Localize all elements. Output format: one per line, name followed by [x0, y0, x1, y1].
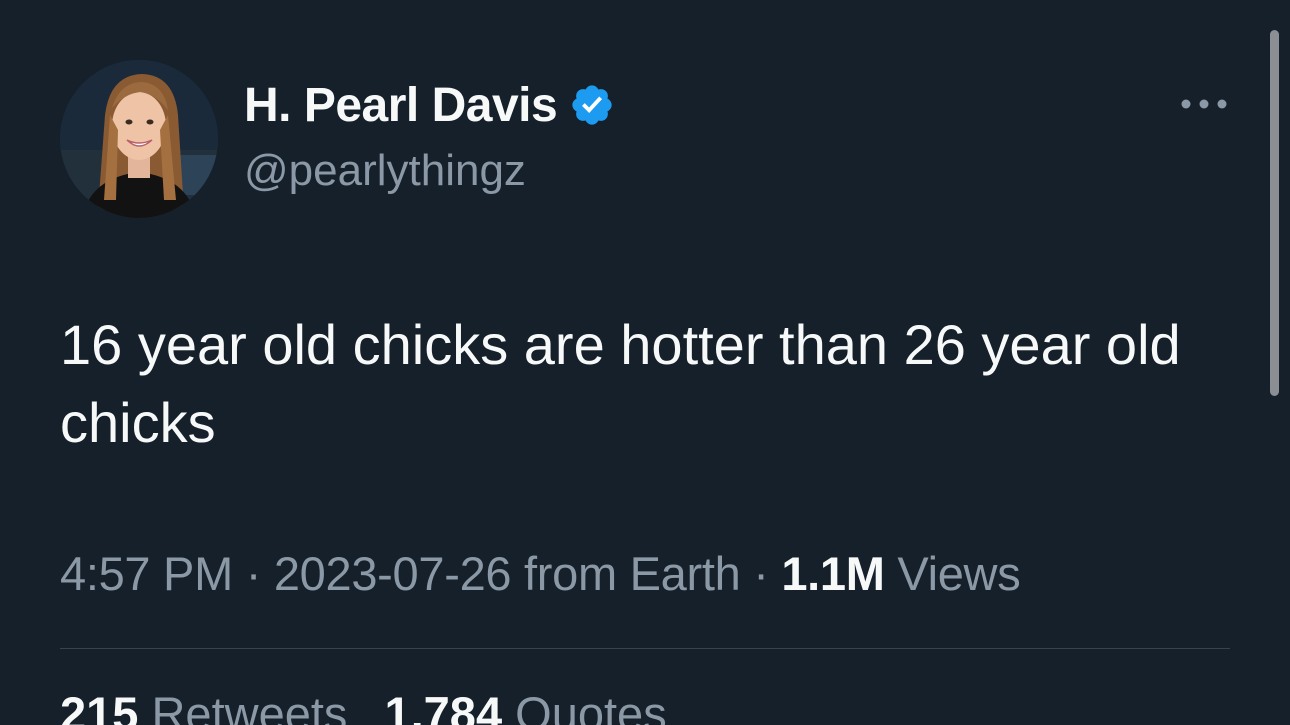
tweet-time[interactable]: 4:57 PM — [60, 547, 233, 600]
retweets-label: Retweets — [151, 687, 348, 725]
views-count[interactable]: 1.1M — [781, 547, 885, 600]
tweet-meta: 4:57 PM · 2023-07-26 from Earth · 1.1M V… — [60, 546, 1021, 601]
tweet-date[interactable]: 2023-07-26 — [274, 547, 512, 600]
quotes-stat[interactable]: 1,784 Quotes — [384, 687, 666, 725]
verified-badge-icon — [572, 85, 612, 125]
tweet-text: 16 year old chicks are hotter than 26 ye… — [60, 313, 1181, 454]
author-name-row[interactable]: H. Pearl Davis — [244, 74, 615, 136]
engagement-stats: 215 Retweets 1,784 Quotes — [60, 686, 691, 725]
more-horizontal-icon[interactable] — [1178, 92, 1230, 116]
divider — [60, 648, 1230, 649]
meta-separator: · — [753, 547, 782, 600]
avatar-image — [60, 60, 218, 218]
meta-separator: · — [245, 547, 274, 600]
tweet-source: from Earth — [524, 547, 741, 600]
retweets-stat[interactable]: 215 Retweets — [60, 687, 347, 725]
author-handle[interactable]: @pearlythingz — [244, 146, 526, 196]
tweet-detail: H. Pearl Davis @pearlythingz 16 year old… — [0, 0, 1290, 725]
author-display-name[interactable]: H. Pearl Davis — [244, 78, 558, 133]
views-label[interactable]: Views — [897, 547, 1020, 600]
avatar[interactable] — [60, 60, 218, 218]
retweets-count: 215 — [60, 687, 139, 725]
quotes-count: 1,784 — [384, 687, 503, 725]
quotes-label: Quotes — [515, 687, 667, 725]
scrollbar[interactable] — [1270, 30, 1279, 396]
